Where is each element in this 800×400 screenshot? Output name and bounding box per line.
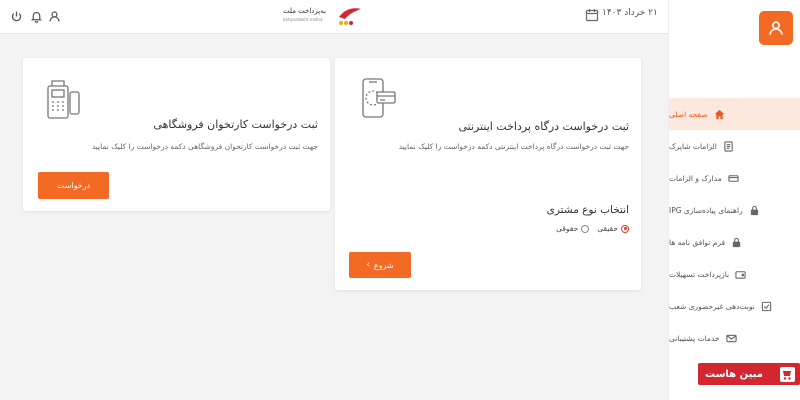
radio-label: حقوقی xyxy=(556,224,579,233)
radio-label: حقیقی xyxy=(597,224,618,233)
radio-option-legal[interactable]: حقوقی xyxy=(556,224,590,233)
sidebar-item-label: صفحه اصلی xyxy=(669,109,708,119)
current-date: ۲۱ خرداد ۱۴۰۳ xyxy=(602,8,658,18)
sidebar-item-appointment[interactable]: نوبت‌دهی غیرحضوری شعب xyxy=(669,290,800,322)
sidebar-item-label: بازپرداخت تسهیلات xyxy=(669,269,730,279)
card-description: جهت ثبت درخواست درگاه پرداخت اینترنتی دک… xyxy=(398,142,629,151)
watermark-text: مبین هاست xyxy=(705,368,763,380)
card-description: جهت ثبت درخواست کارتخوان فروشگاهی دکمه د… xyxy=(91,142,318,151)
ipg-request-card: ثبت درخواست درگاه پرداخت اینترنتی جهت ثب… xyxy=(335,58,641,290)
radio-option-individual[interactable]: حقیقی xyxy=(597,224,629,233)
sidebar-item-label: راهنمای پیاده‌سازی IPG xyxy=(669,205,743,215)
card-reader-icon xyxy=(47,80,80,119)
lock-icon xyxy=(749,205,760,216)
sidebar-item-support[interactable]: خدمات پشتیبانی xyxy=(669,322,800,354)
user-icon[interactable] xyxy=(46,8,62,24)
wallet-icon xyxy=(735,269,746,280)
card-icon xyxy=(728,173,739,184)
home-icon xyxy=(714,109,725,120)
calendar-icon xyxy=(585,7,599,22)
sidebar-item-documents[interactable]: مدارک و الزامات xyxy=(669,162,800,194)
start-button-label: شروع xyxy=(373,260,394,270)
sidebar-item-ipg-guide[interactable]: راهنمای پیاده‌سازی IPG xyxy=(669,194,800,226)
pos-request-card: ثبت درخواست کارتخوان فروشگاهی جهت ثبت در… xyxy=(23,58,330,211)
sidebar-item-repayment[interactable]: بازپرداخت تسهیلات xyxy=(669,258,800,290)
sidebar: صفحه اصلی الزامات شاپرک مدارک و الزامات … xyxy=(668,0,800,400)
sidebar-item-label: فرم توافق نامه ها xyxy=(669,237,726,247)
bell-icon[interactable] xyxy=(28,8,44,24)
radio-button[interactable] xyxy=(581,224,590,233)
avatar[interactable] xyxy=(759,11,793,45)
power-icon[interactable] xyxy=(8,8,24,24)
sidebar-item-label: نوبت‌دهی غیرحضوری شعب xyxy=(669,301,755,311)
sidebar-item-agreements[interactable]: فرم توافق نامه ها xyxy=(669,226,800,258)
radio-button[interactable] xyxy=(621,224,629,233)
customer-type-group: حقیقی حقوقی xyxy=(548,224,629,233)
logo-name: به‌پرداخت ملت xyxy=(283,7,326,15)
logo-subtitle: behpardakht mellat xyxy=(283,17,323,22)
document-icon xyxy=(723,140,734,152)
request-button[interactable]: درخواست xyxy=(38,172,109,199)
top-bar: به‌پرداخت ملت behpardakht mellat ۲۱ خردا… xyxy=(0,0,668,34)
request-button-label: درخواست xyxy=(56,181,91,190)
lock-icon xyxy=(731,237,742,248)
chevron-left-icon: ‹ xyxy=(366,260,370,270)
sidebar-item-home[interactable]: صفحه اصلی xyxy=(669,98,800,130)
sidebar-menu: صفحه اصلی الزامات شاپرک مدارک و الزامات … xyxy=(669,98,800,354)
sidebar-item-shaparak[interactable]: الزامات شاپرک xyxy=(669,130,800,162)
sidebar-item-label: مدارک و الزامات xyxy=(669,173,722,183)
sidebar-item-label: الزامات شاپرک xyxy=(669,141,717,151)
watermark: مبین هاست xyxy=(698,363,800,385)
check-icon xyxy=(761,301,772,312)
card-title: ثبت درخواست کارتخوان فروشگاهی xyxy=(153,118,318,131)
payment-terminal-icon xyxy=(362,78,396,118)
start-button[interactable]: ‹ شروع xyxy=(349,252,411,278)
sidebar-item-label: خدمات پشتیبانی xyxy=(669,333,720,343)
logo-mark-icon xyxy=(339,8,361,25)
customer-type-label: انتخاب نوع مشتری xyxy=(546,204,629,216)
watermark-logo-icon xyxy=(780,366,795,382)
user-avatar-icon xyxy=(769,21,783,35)
logo: به‌پرداخت ملت behpardakht mellat xyxy=(283,5,363,29)
card-title: ثبت درخواست درگاه پرداخت اینترنتی xyxy=(458,120,629,133)
mail-icon xyxy=(725,333,737,344)
